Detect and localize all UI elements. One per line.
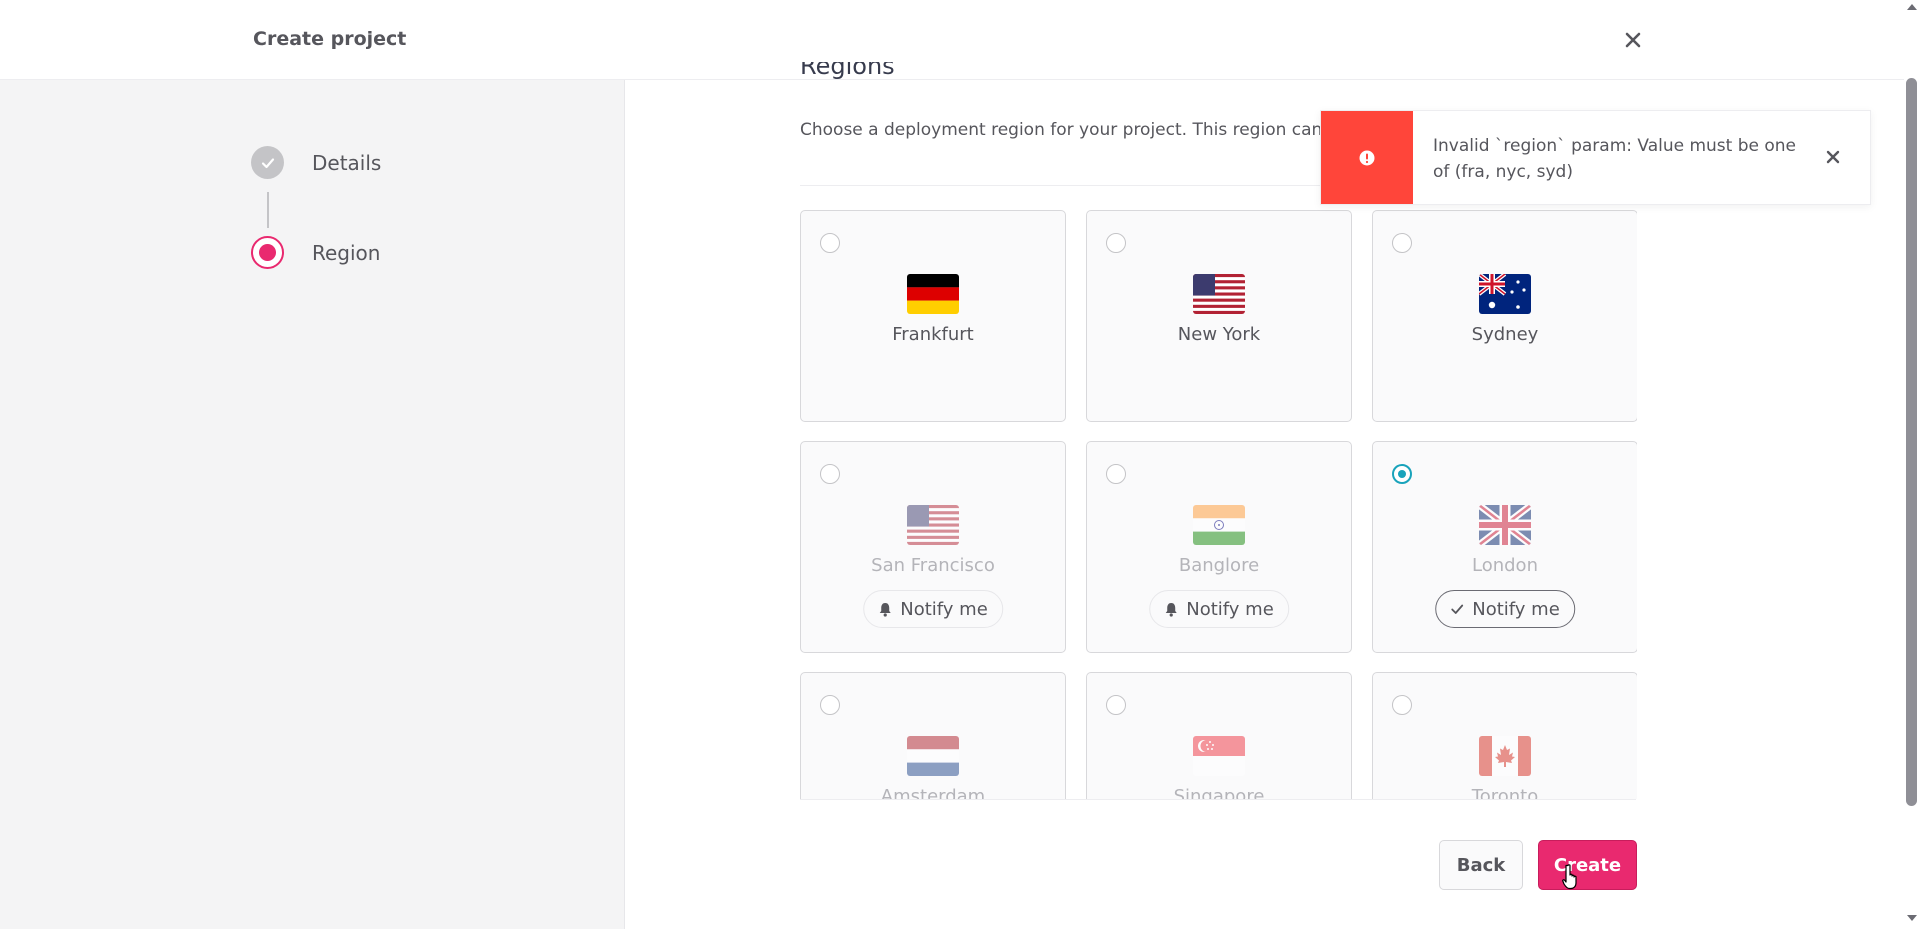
check-icon: [1451, 604, 1464, 614]
notify-label: Notify me: [1186, 598, 1274, 620]
step-connector: [267, 192, 269, 228]
flag-germany-icon: [907, 274, 959, 314]
notify-me-button[interactable]: Notify me: [1435, 590, 1575, 628]
exclamation-icon: [1359, 150, 1375, 165]
error-toast: Invalid `region` param: Value must be on…: [1320, 110, 1871, 205]
region-radio[interactable]: [1392, 233, 1412, 253]
region-card-singapore[interactable]: Singapore: [1086, 672, 1352, 799]
region-city: Amsterdam: [880, 786, 986, 799]
region-city: Banglore: [1178, 555, 1260, 576]
steps-sidebar: [0, 80, 625, 929]
close-button[interactable]: [1619, 26, 1647, 54]
region-radio[interactable]: [1106, 695, 1126, 715]
region-radio[interactable]: [1392, 695, 1412, 715]
region-radio[interactable]: [820, 233, 840, 253]
region-card-sydney[interactable]: Sydney: [1372, 210, 1637, 422]
flag-netherlands-icon: [907, 736, 959, 776]
region-city: London: [1472, 555, 1538, 576]
toast-close-button[interactable]: [1822, 146, 1844, 168]
hand-cursor-icon: [1562, 864, 1577, 890]
flag-australia-icon: [1479, 274, 1531, 314]
step-current-icon: [251, 236, 284, 269]
section-description: Choose a deployment region for your proj…: [800, 120, 1320, 140]
create-button[interactable]: Create: [1538, 840, 1637, 890]
step-label: Region: [312, 240, 381, 265]
modal-header: Create project: [0, 0, 1904, 80]
step-label: Details: [312, 150, 382, 175]
region-radio[interactable]: [1106, 233, 1126, 253]
region-card-san-francisco[interactable]: San Francisco Notify me: [800, 441, 1066, 653]
scroll-up-arrow-icon[interactable]: [1907, 4, 1917, 10]
region-city: New York: [1177, 324, 1261, 345]
region-city: Toronto: [1471, 786, 1539, 799]
region-radio[interactable]: [820, 464, 840, 484]
toast-icon-container: [1321, 111, 1413, 204]
flag-singapore-icon: [1193, 736, 1245, 776]
footer-divider: [800, 799, 1636, 800]
region-card-london[interactable]: London Notify me: [1372, 441, 1637, 653]
region-card-banglore[interactable]: Banglore Notify me: [1086, 441, 1352, 653]
bell-icon: [1165, 602, 1177, 617]
bell-icon: [879, 602, 891, 617]
flag-india-icon: [1193, 505, 1245, 545]
flag-canada-icon: [1479, 736, 1531, 776]
toast-message: Invalid `region` param: Value must be on…: [1433, 136, 1797, 182]
region-city: San Francisco: [871, 555, 995, 576]
region-card-amsterdam[interactable]: Amsterdam: [800, 672, 1066, 799]
close-icon: [1826, 150, 1840, 164]
region-grid: Frankfurt New York Sydney San Francisco …: [800, 210, 1637, 799]
back-button[interactable]: Back: [1439, 840, 1523, 890]
region-radio[interactable]: [1392, 464, 1412, 484]
notify-label: Notify me: [1472, 598, 1560, 620]
step-details[interactable]: Details: [251, 146, 381, 179]
region-card-frankfurt[interactable]: Frankfurt: [800, 210, 1066, 422]
region-city: Frankfurt: [892, 324, 974, 345]
close-icon: [1625, 32, 1641, 48]
step-complete-icon: [251, 146, 284, 179]
region-city: Singapore: [1173, 786, 1265, 799]
scrollbar-thumb[interactable]: [1906, 78, 1917, 806]
region-city: Sydney: [1471, 324, 1539, 345]
flag-usa-icon: [907, 505, 959, 545]
region-radio[interactable]: [1106, 464, 1126, 484]
region-card-toronto[interactable]: Toronto: [1372, 672, 1637, 799]
notify-me-button[interactable]: Notify me: [1149, 590, 1289, 628]
flag-uk-icon: [1479, 505, 1531, 545]
flag-usa-icon: [1193, 274, 1245, 314]
section-title: Regions: [800, 62, 895, 80]
region-card-new-york[interactable]: New York: [1086, 210, 1352, 422]
modal-title: Create project: [253, 28, 407, 50]
notify-label: Notify me: [900, 598, 988, 620]
step-region[interactable]: Region: [251, 236, 380, 269]
region-radio[interactable]: [820, 695, 840, 715]
check-icon: [261, 157, 274, 168]
scroll-down-arrow-icon[interactable]: [1907, 915, 1917, 921]
notify-me-button[interactable]: Notify me: [863, 590, 1003, 628]
